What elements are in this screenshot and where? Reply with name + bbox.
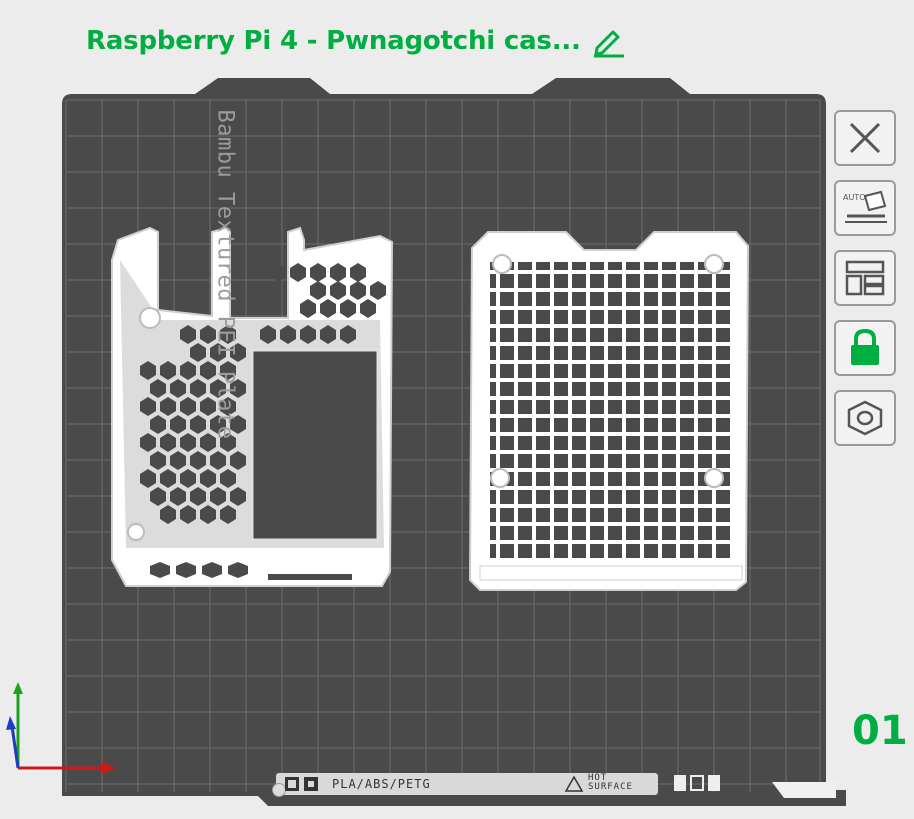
plate-edge-markers — [674, 775, 720, 791]
plate-info-strip: PLA/ABS/PETG HOT SURFACE — [272, 773, 658, 797]
auto-orient-icon: AUTO — [843, 190, 887, 223]
warning-icon — [564, 775, 584, 792]
close-button[interactable] — [834, 110, 896, 166]
nut-icon — [847, 400, 883, 436]
lock-icon — [851, 328, 879, 365]
marker-up-right-icon — [708, 775, 720, 791]
plate-index: 01 — [852, 708, 908, 754]
close-icon — [849, 122, 881, 154]
plate-toolbar: AUTO — [834, 110, 896, 446]
plate-settings-button[interactable] — [834, 390, 896, 446]
bambu-logo-icon — [285, 777, 318, 791]
auto-badge: AUTO — [843, 193, 866, 202]
marker-up-left-icon — [674, 775, 686, 791]
hot-surface-label: HOT SURFACE — [588, 773, 633, 792]
arrange-icon — [845, 260, 885, 296]
plate-type-label: Bambu Textured PEI Plate — [212, 109, 238, 440]
marker-square-icon — [690, 775, 704, 791]
lock-button[interactable] — [834, 320, 896, 376]
model-case-top[interactable] — [468, 231, 750, 591]
arrange-button[interactable] — [834, 250, 896, 306]
filament-compatibility: PLA/ABS/PETG — [332, 777, 431, 791]
build-plate[interactable] — [0, 0, 914, 819]
auto-orient-button[interactable]: AUTO — [834, 180, 896, 236]
